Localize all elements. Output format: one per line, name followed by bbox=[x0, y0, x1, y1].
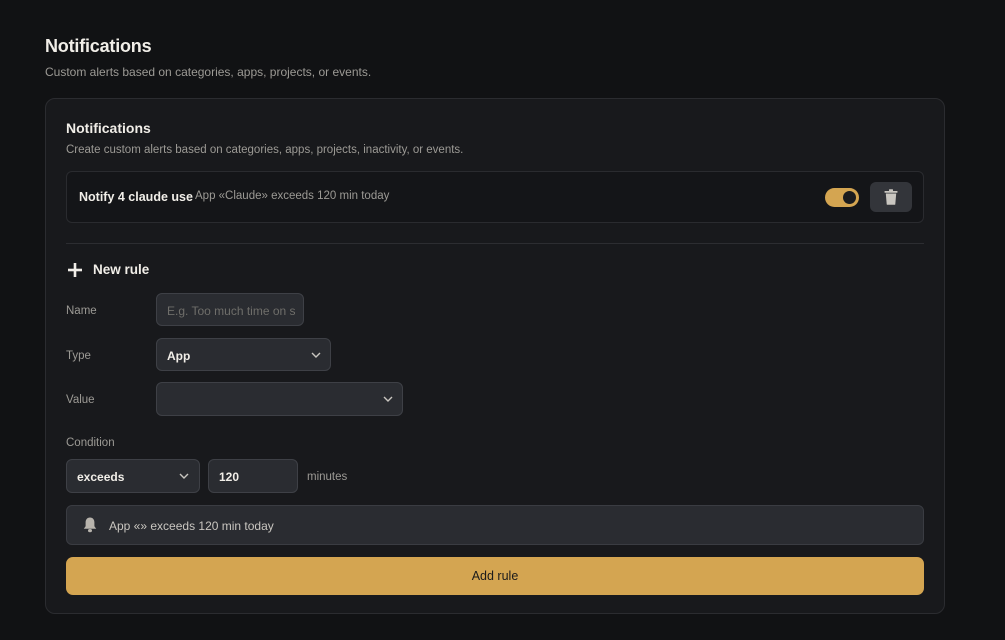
plus-icon bbox=[68, 262, 82, 277]
value-label: Value bbox=[66, 394, 95, 406]
notifications-card: Notifications Create custom alerts based… bbox=[45, 98, 945, 614]
toggle-knob bbox=[843, 191, 856, 204]
condition-select-value: exceeds bbox=[77, 470, 125, 484]
condition-label: Condition bbox=[66, 437, 115, 449]
card-subtitle: Create custom alerts based on categories… bbox=[66, 144, 464, 156]
rule-name: Notify 4 claude use bbox=[79, 190, 193, 204]
condition-select[interactable]: exceeds bbox=[66, 459, 200, 493]
minutes-unit-label: minutes bbox=[307, 471, 348, 483]
rule-row: Notify 4 claude use App «Claude» exceeds… bbox=[66, 171, 924, 223]
name-label: Name bbox=[66, 305, 97, 317]
new-rule-header: New rule bbox=[68, 262, 149, 277]
minutes-input[interactable]: 120 bbox=[208, 459, 298, 493]
bell-icon bbox=[83, 517, 97, 533]
add-rule-button[interactable]: Add rule bbox=[66, 557, 924, 595]
rule-description: App «Claude» exceeds 120 min today bbox=[195, 190, 390, 202]
type-label: Type bbox=[66, 350, 91, 362]
rule-preview: App «» exceeds 120 min today bbox=[66, 505, 924, 545]
divider bbox=[66, 243, 924, 244]
page-subtitle: Custom alerts based on categories, apps,… bbox=[45, 65, 372, 79]
page-title: Notifications bbox=[45, 36, 152, 56]
chevron-down-icon bbox=[311, 352, 321, 358]
chevron-down-icon bbox=[383, 396, 393, 402]
minutes-input-value: 120 bbox=[219, 470, 240, 484]
rule-enabled-toggle[interactable] bbox=[825, 188, 859, 207]
name-placeholder: E.g. Too much time on s bbox=[167, 304, 295, 318]
new-rule-heading: New rule bbox=[93, 262, 150, 277]
rule-preview-text: App «» exceeds 120 min today bbox=[109, 519, 274, 533]
value-select[interactable] bbox=[156, 382, 403, 416]
delete-rule-button[interactable] bbox=[870, 182, 912, 212]
type-select-value: App bbox=[167, 349, 191, 363]
card-title: Notifications bbox=[66, 120, 151, 136]
type-select[interactable]: App bbox=[156, 338, 331, 371]
trash-icon bbox=[884, 189, 898, 205]
name-input[interactable]: E.g. Too much time on s bbox=[156, 293, 304, 326]
chevron-down-icon bbox=[179, 473, 189, 479]
